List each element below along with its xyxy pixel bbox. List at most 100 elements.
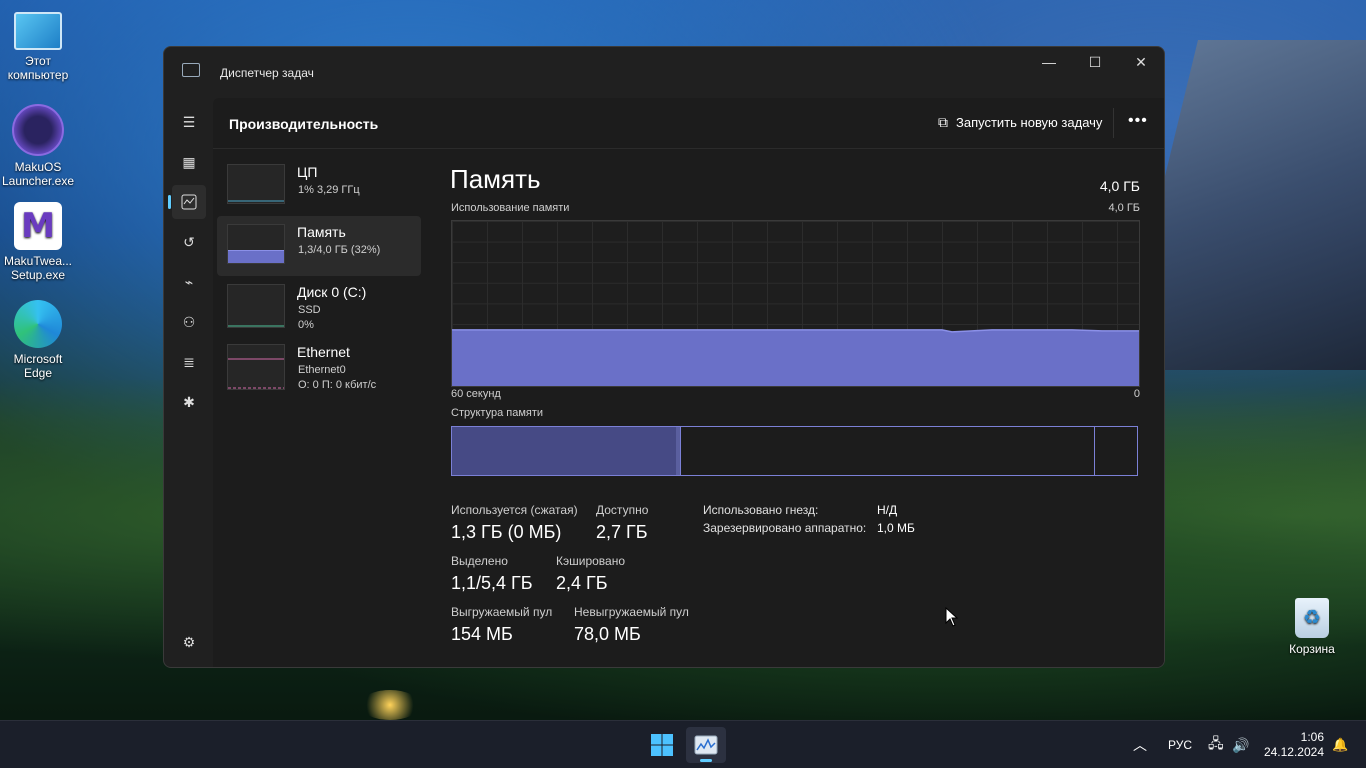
resource-name: Диск 0 (C:): [297, 284, 367, 300]
maximize-button[interactable]: ☐: [1072, 47, 1118, 77]
resource-name: Ethernet: [297, 344, 350, 360]
memory-total: 4,0 ГБ: [1099, 178, 1140, 194]
language-indicator[interactable]: РУС: [1168, 721, 1192, 768]
nonpaged-pool-value: 78,0 МБ: [574, 624, 641, 644]
disk-thumbnail: [227, 284, 285, 328]
disk-usage: 0%: [298, 319, 314, 331]
performance-icon[interactable]: [168, 185, 206, 219]
users-icon[interactable]: ⚇: [172, 305, 206, 339]
edge-icon: [14, 300, 62, 348]
left-nav: ☰ ▦ ↺ ⌁ ⚇ ≣ ✱ ⚙: [164, 97, 212, 667]
cached-value: 2,4 ГБ: [556, 573, 608, 593]
resource-item-cpu[interactable]: ЦП 1% 3,29 ГГц: [217, 156, 421, 216]
startup-apps-icon[interactable]: ⌁: [172, 265, 206, 299]
notifications-icon[interactable]: 🔔: [1332, 721, 1348, 768]
throughput: О: 0 П: 0 кбит/с: [298, 379, 377, 391]
desktop-icon-label: Этот компьютер: [7, 54, 69, 82]
memory-composition-bar: [451, 426, 1138, 476]
resource-item-ethernet[interactable]: Ethernet Ethernet0 О: 0 П: 0 кбит/с: [217, 336, 421, 400]
monitor-icon: [14, 12, 62, 50]
memory-usage-graph: [451, 220, 1140, 387]
close-button[interactable]: ✕: [1118, 47, 1164, 77]
services-icon[interactable]: ✱: [172, 385, 206, 419]
network-icon[interactable]: 🖧: [1208, 721, 1224, 768]
cpu-thumbnail: [227, 164, 285, 204]
slots-used-value: Н/Д: [877, 503, 898, 517]
desktop-icon-label: Microsoft Edge: [13, 352, 63, 380]
details-icon[interactable]: ≣: [172, 345, 206, 379]
paged-pool-value: 154 МБ: [451, 624, 513, 644]
structure-label: Структура памяти: [451, 407, 544, 419]
show-hidden-icons-chevron-icon[interactable]: ︿: [1133, 721, 1147, 768]
windows-logo-icon: [651, 734, 673, 756]
slots-used-label: Использовано гнезд:: [703, 503, 819, 517]
settings-icon[interactable]: ⚙: [172, 625, 206, 659]
wallpaper-light: [360, 690, 420, 720]
taskbar-task-manager-button[interactable]: [686, 727, 726, 763]
memory-thumbnail: [227, 224, 285, 264]
makuos-logo-icon: [12, 104, 64, 156]
resource-detail: SSD 0%: [298, 303, 321, 333]
memory-usage-fill: [452, 329, 1139, 386]
clock-time: 1:06: [1300, 730, 1324, 744]
desktop-icon-label: MakuTwea... Setup.exe: [3, 254, 73, 282]
committed-label: Выделено: [451, 554, 508, 568]
makutweaker-logo-icon: M: [14, 202, 62, 250]
adapter-name: Ethernet0: [298, 364, 346, 376]
taskbar: ︿ РУС 🖧 🔊 1:06 24.12.2024 🔔: [0, 720, 1366, 768]
hardware-reserved-label: Зарезервировано аппаратно:: [703, 521, 867, 535]
task-manager-icon: [694, 735, 718, 755]
memory-usage-area: [452, 329, 1139, 386]
time-zero-label: 0: [1133, 388, 1140, 400]
cached-label: Кэшировано: [556, 554, 626, 568]
in-use-label: Используется (сжатая): [451, 503, 578, 517]
resource-name: ЦП: [297, 164, 318, 180]
desktop-icon-recycle-bin[interactable]: ♻ Корзина: [1274, 598, 1350, 656]
composition-standby[interactable]: [681, 427, 1095, 475]
mouse-cursor-icon: [945, 607, 959, 627]
disk-type: SSD: [298, 304, 321, 316]
hamburger-icon[interactable]: ☰: [172, 105, 206, 139]
resource-detail: 1% 3,29 ГГц: [298, 184, 360, 196]
ethernet-thumbnail: [227, 344, 285, 390]
resource-item-memory[interactable]: Память 1,3/4,0 ГБ (32%): [217, 216, 421, 276]
processes-icon[interactable]: ▦: [172, 145, 206, 179]
in-use-value: 1,3 ГБ (0 МБ): [451, 522, 562, 542]
desktop-icon-label: Корзина: [1289, 642, 1335, 656]
resource-detail: Ethernet0 О: 0 П: 0 кбит/с: [298, 363, 376, 393]
desktop-icon-makuos-launcher[interactable]: MakuOS Launcher.exe: [0, 104, 76, 188]
app-history-icon[interactable]: ↺: [172, 225, 206, 259]
nonpaged-pool-label: Невыгружаемый пул: [574, 605, 689, 619]
start-button[interactable]: [642, 727, 682, 763]
graph-max-label: 4,0 ГБ: [1108, 202, 1140, 214]
resource-list: ЦП 1% 3,29 ГГц Память 1,3/4,0 ГБ (32%) Д…: [217, 156, 421, 400]
content-pane: Производительность ⧉ Запустить новую зад…: [213, 98, 1164, 667]
page-title: Производительность: [229, 116, 379, 132]
title-bar[interactable]: Диспетчер задач — ☐ ✕: [164, 47, 1164, 97]
desktop-icon-this-pc[interactable]: Этот компьютер: [0, 8, 76, 82]
available-value: 2,7 ГБ: [596, 522, 648, 542]
running-indicator: [700, 759, 712, 762]
task-manager-window: Диспетчер задач — ☐ ✕ ☰ ▦ ↺ ⌁ ⚇ ≣ ✱ ⚙ Пр…: [163, 46, 1165, 668]
desktop-icon-edge[interactable]: Microsoft Edge: [0, 300, 76, 380]
composition-in-use[interactable]: [452, 427, 677, 475]
window-title: Диспетчер задач: [220, 66, 314, 80]
task-manager-icon: [182, 63, 200, 77]
clock[interactable]: 1:06 24.12.2024: [1262, 721, 1324, 768]
paged-pool-label: Выгружаемый пул: [451, 605, 553, 619]
hardware-reserved-value: 1,0 МБ: [877, 521, 915, 535]
resource-name: Память: [297, 224, 346, 240]
available-label: Доступно: [596, 503, 649, 517]
resource-item-disk[interactable]: Диск 0 (C:) SSD 0%: [217, 276, 421, 336]
desktop-icon-label: MakuOS Launcher.exe: [1, 160, 75, 188]
memory-detail-panel: Память 4,0 ГБ Использование памяти 4,0 Г…: [450, 98, 1150, 667]
desktop-icon-makutweaker-setup[interactable]: M MakuTwea... Setup.exe: [0, 202, 76, 282]
time-span-label: 60 секунд: [451, 388, 501, 400]
volume-icon[interactable]: 🔊: [1232, 721, 1249, 768]
memory-title: Память: [450, 164, 541, 194]
recycle-bin-icon: ♻: [1295, 598, 1329, 638]
clock-date: 24.12.2024: [1263, 745, 1324, 759]
resource-detail: 1,3/4,0 ГБ (32%): [298, 244, 381, 256]
minimize-button[interactable]: —: [1026, 47, 1072, 77]
graph-label: Использование памяти: [451, 202, 570, 214]
